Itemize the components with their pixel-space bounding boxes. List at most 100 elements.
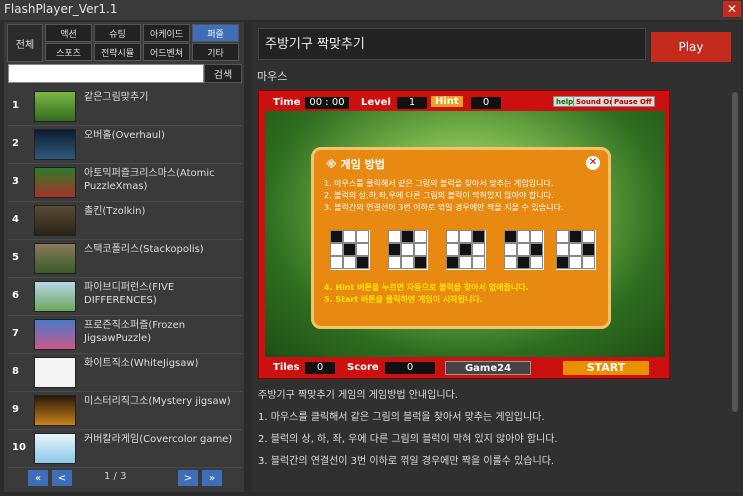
description-line: 3. 블럭간의 연결선이 3번 이하로 꺾일 경우에만 짝을 이룰수 있습니다. bbox=[258, 456, 555, 467]
game-list-panel: 전체 액션 슈팅 아케이드 퍼즐 스포츠 전략시뮬 어드벤쳐 기타 검색 1 같… bbox=[4, 22, 244, 492]
search-button[interactable]: 검색 bbox=[204, 64, 242, 83]
game-title: 주방기구 짝맞추기 bbox=[265, 37, 365, 52]
category-tab-arcade[interactable]: 아케이드 bbox=[143, 24, 190, 42]
level-label: Level bbox=[361, 97, 391, 108]
hint-label[interactable]: Hint bbox=[431, 96, 463, 107]
pagination: « < 1 / 3 > » bbox=[8, 470, 242, 488]
game-thumbnail bbox=[34, 205, 76, 236]
game-thumbnail bbox=[34, 433, 76, 464]
dialog-title: ※ 게임 방법 bbox=[326, 158, 385, 171]
pattern-diagram bbox=[556, 230, 596, 270]
game-name: 아토믹퍼즐크리스마스(Atomic PuzzleXmas) bbox=[84, 168, 215, 192]
score-value: 0 bbox=[385, 362, 435, 374]
dialog-line: 1. 마우스를 클릭해서 같은 그림의 블럭을 찾아서 맞추는 게임입니다. bbox=[324, 179, 554, 188]
pattern-diagram bbox=[330, 230, 370, 270]
game-name: 화이트직소(WhiteJigsaw) bbox=[84, 358, 199, 369]
game-list-item[interactable]: 4 촐킨(Tzolkin) bbox=[8, 202, 242, 240]
search-input[interactable] bbox=[8, 64, 204, 83]
dialog-line: 4. Hint 버튼을 누르면 자동으로 블럭을 찾아서 없애줍니다. bbox=[324, 283, 529, 292]
game-bottom-bar: Tiles 0 Score 0 Game24 START bbox=[265, 361, 665, 376]
dialog-line: 3. 블럭간의 연결선이 3번 이하로 꺾일 경우에만 짝을 지을 수 있습니다… bbox=[324, 203, 564, 212]
description-line: 2. 블럭의 상, 하, 좌, 우에 다른 그림의 블럭이 막혀 있지 않아야 … bbox=[258, 434, 558, 445]
dialog-line: 5. Start 버튼을 클릭하면 게임이 시작됩니다. bbox=[324, 295, 483, 304]
pattern-diagram bbox=[388, 230, 428, 270]
play-button[interactable]: Play bbox=[651, 32, 731, 62]
game-name: 미스터리직그소(Mystery jigsaw) bbox=[84, 396, 231, 407]
window-title: FlashPlayer_Ver1.1 bbox=[4, 2, 118, 16]
game-thumbnail bbox=[34, 167, 76, 198]
game-thumbnail bbox=[34, 243, 76, 274]
close-icon[interactable]: ✕ bbox=[723, 1, 741, 17]
category-tab-adventure[interactable]: 어드벤쳐 bbox=[143, 43, 190, 61]
level-value: 1 bbox=[397, 97, 427, 109]
game-list-item[interactable]: 5 스택코폴리스(Stackopolis) bbox=[8, 240, 242, 278]
description-line: 1. 마우스를 클릭해서 같은 그림의 블럭을 찾아서 맞추는 게임입니다. bbox=[258, 412, 545, 423]
item-number: 1 bbox=[12, 100, 19, 111]
pattern-diagram bbox=[504, 230, 544, 270]
item-number: 9 bbox=[12, 404, 19, 415]
hint-value: 0 bbox=[471, 97, 501, 109]
game-list: 1 같은그림맞추기 2 오버홀(Overhaul) 3 아토믹퍼즐크리스마스(A… bbox=[8, 88, 242, 468]
title-bar: FlashPlayer_Ver1.1 ✕ bbox=[0, 0, 743, 20]
game-list-item[interactable]: 6 파이브디퍼런스(FIVE DIFFERENCES) bbox=[8, 278, 242, 316]
game-thumbnail bbox=[34, 395, 76, 426]
game-thumbnail bbox=[34, 319, 76, 350]
scrollbar[interactable] bbox=[732, 92, 738, 412]
dialog-lines: 1. 마우스를 클릭해서 같은 그림의 블럭을 찾아서 맞추는 게임입니다. 2… bbox=[324, 178, 614, 214]
category-tab-etc[interactable]: 기타 bbox=[192, 43, 239, 61]
game-name: 파이브디퍼런스(FIVE DIFFERENCES) bbox=[84, 282, 175, 306]
pattern-diagram bbox=[446, 230, 486, 270]
game-name: 스택코폴리스(Stackopolis) bbox=[84, 244, 204, 255]
game24-logo: Game24 bbox=[445, 361, 531, 375]
close-icon[interactable]: ✕ bbox=[586, 156, 600, 170]
game-name: 같은그림맞추기 bbox=[84, 92, 149, 103]
score-label: Score bbox=[347, 362, 379, 373]
dialog-line: 2. 블럭의 상,하,좌,우에 다른 그림의 블럭이 막혀있지 않아야 합니다. bbox=[324, 191, 554, 200]
start-button[interactable]: START bbox=[563, 361, 649, 375]
pause-button[interactable]: Pause Off bbox=[611, 96, 655, 107]
game-thumbnail bbox=[34, 91, 76, 122]
tiles-value: 0 bbox=[305, 362, 335, 374]
category-tab-action[interactable]: 액션 bbox=[45, 24, 92, 42]
category-all-tab[interactable]: 전체 bbox=[7, 24, 43, 62]
item-number: 3 bbox=[12, 176, 19, 187]
description-line: 주방기구 짝맞추기 게임의 게임방법 안내입니다. bbox=[258, 390, 458, 401]
game-preview[interactable]: Time 00 : 00 Level 1 Hint 0 help Sound O… bbox=[258, 90, 670, 379]
item-number: 8 bbox=[12, 366, 19, 377]
game-thumbnail bbox=[34, 281, 76, 312]
game-name: 촐킨(Tzolkin) bbox=[84, 206, 146, 217]
input-method-label: 마우스 bbox=[257, 70, 288, 83]
item-number: 4 bbox=[12, 214, 19, 225]
game-name: 오버홀(Overhaul) bbox=[84, 130, 165, 141]
game-list-item[interactable]: 9 미스터리직그소(Mystery jigsaw) bbox=[8, 392, 242, 430]
last-page-button[interactable]: » bbox=[202, 470, 222, 486]
game-list-item[interactable]: 2 오버홀(Overhaul) bbox=[8, 126, 242, 164]
item-number: 7 bbox=[12, 328, 19, 339]
category-tab-shooting[interactable]: 슈팅 bbox=[94, 24, 141, 42]
game-title-box: 주방기구 짝맞추기 bbox=[258, 28, 646, 60]
category-tab-puzzle[interactable]: 퍼즐 bbox=[192, 24, 239, 42]
game-list-item[interactable]: 1 같은그림맞추기 bbox=[8, 88, 242, 126]
category-tab-strategy[interactable]: 전략시뮬 bbox=[94, 43, 141, 61]
time-label: Time bbox=[273, 97, 301, 108]
page-indicator: 1 / 3 bbox=[104, 471, 127, 482]
time-value: 00 : 00 bbox=[305, 97, 349, 109]
game-list-item[interactable]: 3 아토믹퍼즐크리스마스(Atomic PuzzleXmas) bbox=[8, 164, 242, 202]
game-thumbnail bbox=[34, 129, 76, 160]
next-page-button[interactable]: > bbox=[178, 470, 198, 486]
game-scene: ※ 게임 방법 ✕ 1. 마우스를 클릭해서 같은 그림의 블럭을 찾아서 맞추… bbox=[265, 111, 665, 357]
dialog-lines-bottom: 4. Hint 버튼을 누르면 자동으로 블럭을 찾아서 없애줍니다. 5. S… bbox=[324, 282, 614, 306]
game-detail-panel: 주방기구 짝맞추기 Play 마우스 Time 00 : 00 Level 1 … bbox=[252, 22, 741, 492]
game-list-item[interactable]: 8 화이트직소(WhiteJigsaw) bbox=[8, 354, 242, 392]
first-page-button[interactable]: « bbox=[28, 470, 48, 486]
game-list-item[interactable]: 10 커버칼라게임(Covercolor game) bbox=[8, 430, 242, 468]
game-name: 커버칼라게임(Covercolor game) bbox=[84, 434, 233, 445]
game-top-bar: Time 00 : 00 Level 1 Hint 0 help Sound O… bbox=[265, 96, 665, 110]
game-list-item[interactable]: 7 프로즌직소퍼즐(Frozen JigsawPuzzle) bbox=[8, 316, 242, 354]
prev-page-button[interactable]: < bbox=[52, 470, 72, 486]
category-tab-sports[interactable]: 스포츠 bbox=[45, 43, 92, 61]
game-thumbnail bbox=[34, 357, 76, 388]
instructions-dialog: ※ 게임 방법 ✕ 1. 마우스를 클릭해서 같은 그림의 블럭을 찾아서 맞추… bbox=[311, 147, 611, 329]
item-number: 6 bbox=[12, 290, 19, 301]
item-number: 5 bbox=[12, 252, 19, 263]
